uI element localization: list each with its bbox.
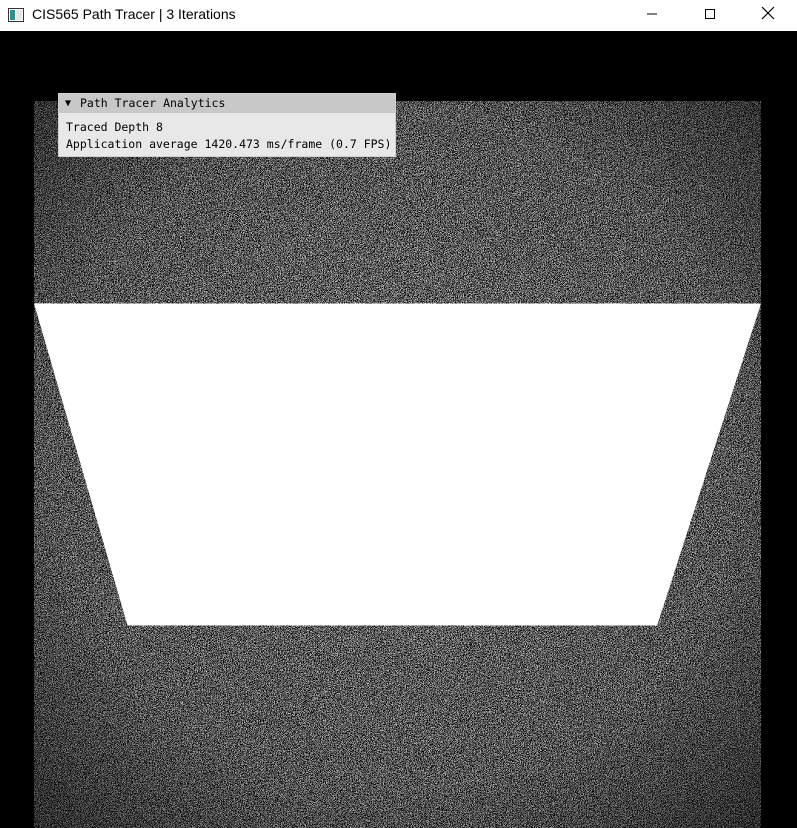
close-icon [761,6,775,25]
client-area: ▼ Path Tracer Analytics Traced Depth 8 A… [0,31,797,828]
minimize-button[interactable] [623,0,681,31]
maximize-icon [704,7,716,25]
maximize-button[interactable] [681,0,739,31]
minimize-icon [646,7,658,25]
app-window: CIS565 Path Tracer | 3 Iterations ▼ Path… [0,0,797,828]
close-button[interactable] [739,0,797,31]
analytics-panel-header[interactable]: ▼ Path Tracer Analytics [59,94,395,113]
title-bar[interactable]: CIS565 Path Tracer | 3 Iterations [0,0,797,31]
noise-render [34,101,761,828]
app-window-icon [8,8,24,22]
app-average-text: Application average 1420.473 ms/frame (0… [66,137,392,151]
collapse-triangle-icon[interactable]: ▼ [65,94,71,113]
render-viewport[interactable] [34,101,761,828]
analytics-panel-title: Path Tracer Analytics [80,96,226,110]
window-title: CIS565 Path Tracer | 3 Iterations [32,6,236,22]
traced-depth-text: Traced Depth 8 [66,120,163,134]
analytics-panel[interactable]: ▼ Path Tracer Analytics Traced Depth 8 A… [58,93,396,157]
